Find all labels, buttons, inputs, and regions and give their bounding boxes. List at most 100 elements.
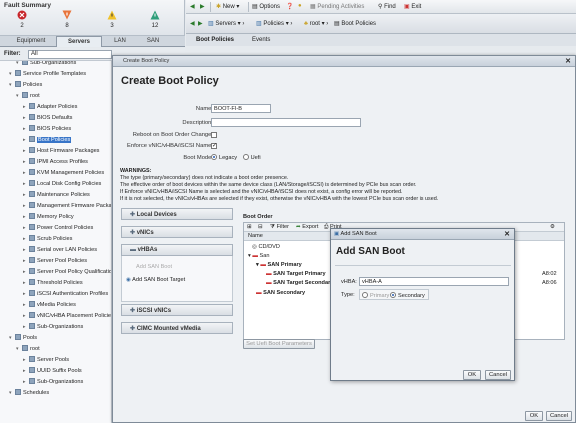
- tree-item[interactable]: ▾ Schedules: [9, 388, 49, 398]
- folder-icon: [29, 246, 35, 252]
- forward-icon[interactable]: ▶: [200, 3, 205, 10]
- tree-item[interactable]: ▸ Sub-Organizations: [23, 322, 83, 332]
- tree-item[interactable]: ▾ Sub-Organizations: [16, 61, 76, 68]
- nav-next-icon[interactable]: ▶: [198, 20, 203, 27]
- critical-faults[interactable]: 2: [12, 10, 32, 29]
- warning-faults[interactable]: 12: [145, 10, 165, 29]
- boot-row-cd-dvd[interactable]: ◎ CD/DVD: [252, 244, 280, 250]
- tree-item[interactable]: ▸ Server Pool Policy Qualifications: [23, 267, 111, 277]
- cancel-button[interactable]: Cancel: [546, 411, 572, 421]
- tree-item[interactable]: ▸Management Firmware Packages: [23, 201, 111, 211]
- add-san-boot-target-link[interactable]: ◉ Add SAN Boot Target: [126, 277, 185, 283]
- tree-item[interactable]: ▸ Local Disk Config Policies: [23, 179, 101, 189]
- export-button[interactable]: ➦ Export: [296, 224, 318, 230]
- san-close-icon[interactable]: ✕: [504, 230, 510, 238]
- tree-item[interactable]: ▸ Host Firmware Packages: [23, 146, 99, 156]
- tree-item[interactable]: ▸ Adapter Policies: [23, 102, 77, 112]
- boot-row-san-primary[interactable]: ▾ ▬ SAN Primary: [256, 262, 302, 268]
- tree-item[interactable]: ▾ Policies: [9, 80, 42, 90]
- tree-item[interactable]: ▾ root: [16, 91, 40, 101]
- name-column-header[interactable]: Name: [248, 233, 263, 239]
- back-icon[interactable]: ◀: [190, 3, 195, 10]
- boot-row-target-secondary[interactable]: ▬ SAN Target Secondary: [266, 280, 333, 286]
- new-menu[interactable]: ✱ New ▾: [216, 3, 239, 10]
- san-cancel-button[interactable]: Cancel: [485, 370, 511, 380]
- close-icon[interactable]: ✕: [565, 57, 571, 65]
- secondary-radio[interactable]: Secondary: [390, 292, 425, 299]
- tree-item[interactable]: ▸ iSCSI Authentication Profiles: [23, 289, 108, 299]
- tab-san[interactable]: SAN: [138, 36, 168, 47]
- breadcrumb-root[interactable]: ♣ root ▾ ›: [304, 20, 328, 27]
- folder-icon: [29, 290, 35, 296]
- section-vhbas[interactable]: ▬ vHBAs: [121, 244, 233, 256]
- tree-item[interactable]: ▸ Sub-Organizations: [23, 377, 83, 387]
- vhba-field[interactable]: vHBA-A: [359, 277, 509, 286]
- tree-item[interactable]: ▸ KVM Management Policies: [23, 168, 104, 178]
- tab-equipment[interactable]: Equipment: [10, 36, 52, 47]
- boot-row-target-primary[interactable]: ▬ SAN Target Primary: [266, 271, 326, 277]
- section-local-devices[interactable]: ✚ Local Devices: [121, 208, 233, 220]
- tree-item[interactable]: ▸ Memory Policy: [23, 212, 74, 222]
- breadcrumb-servers[interactable]: ▥ Servers ▾ ›: [208, 20, 244, 27]
- tree-item[interactable]: ▸ Server Pool Policies: [23, 256, 87, 266]
- reboot-checkbox[interactable]: [211, 132, 217, 138]
- settings-icon[interactable]: ⚙: [550, 224, 555, 230]
- primary-radio[interactable]: Primary: [362, 292, 389, 299]
- description-field[interactable]: [211, 118, 361, 127]
- tree-item[interactable]: ▸ UUID Suffix Pools: [23, 366, 82, 376]
- filter-select[interactable]: All: [28, 50, 112, 59]
- collapse-icon[interactable]: ⊟: [258, 224, 263, 230]
- section-iscsi-vnics[interactable]: ✚ iSCSI vNICs: [121, 304, 233, 316]
- tab-servers[interactable]: Servers: [56, 36, 102, 47]
- tree-item[interactable]: ▸ Threshold Policies: [23, 278, 83, 288]
- tree-item[interactable]: ▸ IPMI Access Profiles: [23, 157, 88, 167]
- tree-item[interactable]: ▸ Maintenance Policies: [23, 190, 90, 200]
- tree-item[interactable]: ▸ Serial over LAN Policies: [23, 245, 97, 255]
- san-ok-button[interactable]: OK: [463, 370, 481, 380]
- section-cimc-vmedia[interactable]: ✚ CIMC Mounted vMedia: [121, 322, 233, 334]
- major-faults[interactable]: 8: [57, 10, 77, 29]
- minor-faults[interactable]: 3: [102, 10, 122, 29]
- boot-row-san-secondary[interactable]: ▬ SAN Secondary: [256, 290, 305, 296]
- add-san-boot-link[interactable]: Add SAN Boot: [136, 264, 172, 270]
- find-button[interactable]: ⚲ Find: [378, 3, 396, 10]
- enforce-checkbox[interactable]: ✓: [211, 143, 217, 149]
- tree-item[interactable]: ▸ Boot Policies: [23, 135, 72, 145]
- tree-item[interactable]: ▸ BIOS Defaults: [23, 113, 72, 123]
- tree-item[interactable]: ▾ Service Profile Templates: [9, 69, 86, 79]
- set-uefi-button[interactable]: Set Uefi Boot Parameters: [243, 339, 315, 349]
- tree-item[interactable]: ▸ Server Pools: [23, 355, 69, 365]
- major-count: 8: [65, 23, 69, 29]
- info-icon[interactable]: ●: [298, 3, 302, 9]
- tab-events[interactable]: Events: [252, 37, 270, 43]
- tree-item[interactable]: ▾ root: [16, 344, 40, 354]
- expand-icon[interactable]: ⊞: [247, 224, 252, 230]
- ok-button[interactable]: OK: [525, 411, 543, 421]
- exit-button[interactable]: ▣ Exit: [404, 3, 421, 10]
- breadcrumb-boot-policies[interactable]: ▤ Boot Policies: [334, 20, 376, 27]
- tree-item-label: Boot Policies: [37, 137, 72, 143]
- tree-item-label: Server Pool Policies: [37, 258, 88, 264]
- tree-item[interactable]: ▸ vNIC/vHBA Placement Policies: [23, 311, 111, 321]
- tree-item[interactable]: ▸ BIOS Policies: [23, 124, 71, 134]
- tree-item[interactable]: ▸ Scrub Policies: [23, 234, 72, 244]
- folder-icon: [29, 158, 35, 164]
- nav-prev-icon[interactable]: ◀: [190, 20, 195, 27]
- section-vnics[interactable]: ✚ vNICs: [121, 226, 233, 238]
- breadcrumb-policies[interactable]: ▥ Policies ▾ ›: [256, 20, 292, 27]
- tree-item-label: Memory Policy: [37, 214, 74, 220]
- filter-button[interactable]: ⧩ Filter: [270, 224, 289, 231]
- tree-item[interactable]: ▸ Power Control Policies: [23, 223, 93, 233]
- tree-item[interactable]: ▾ Pools: [9, 333, 37, 343]
- pending-activities-button[interactable]: ▦ Pending Activities: [310, 3, 364, 10]
- uefi-radio[interactable]: Uefi: [242, 154, 261, 161]
- name-field[interactable]: BOOT-FI-B: [211, 104, 271, 113]
- options-button[interactable]: ▤ Options: [252, 3, 280, 10]
- tab-boot-policies[interactable]: Boot Policies: [196, 37, 234, 43]
- legacy-radio[interactable]: Legacy: [211, 154, 237, 161]
- tab-lan[interactable]: LAN: [106, 36, 134, 47]
- tree-item-label: Adapter Policies: [37, 104, 78, 110]
- tree-item[interactable]: ▸ vMedia Policies: [23, 300, 76, 310]
- boot-row-san[interactable]: ▾ ▬ San: [248, 253, 269, 259]
- help-icon[interactable]: ❓: [286, 3, 293, 10]
